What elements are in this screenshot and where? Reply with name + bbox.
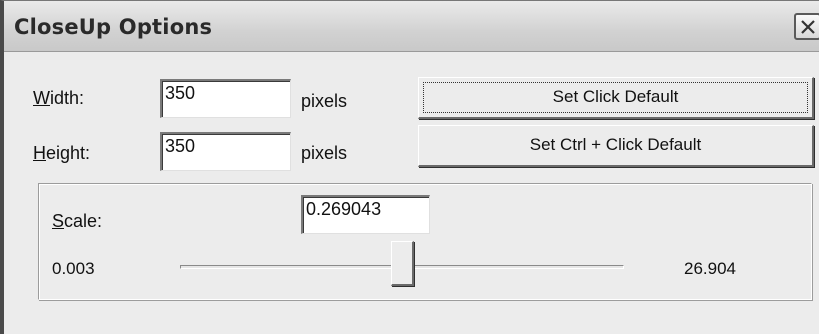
width-unit-label: pixels — [301, 91, 348, 111]
height-unit-label: pixels — [301, 143, 348, 163]
set-click-default-button[interactable]: Set Click Default — [418, 77, 814, 119]
title-bar[interactable]: CloseUp Options — [4, 1, 819, 52]
height-label: Height: — [33, 143, 91, 163]
close-icon — [801, 20, 815, 34]
window-title: CloseUp Options — [14, 15, 213, 39]
close-button[interactable] — [794, 13, 819, 40]
height-input[interactable]: 350 — [160, 132, 291, 171]
width-label: Width: — [33, 88, 85, 108]
scale-max-label: 26.904 — [684, 259, 736, 278]
scale-input[interactable]: 0.269043 — [301, 195, 430, 234]
scale-label: Scale: — [52, 211, 103, 231]
scale-min-label: 0.003 — [52, 259, 95, 278]
width-input[interactable]: 350 — [160, 79, 291, 118]
set-ctrl-click-default-button[interactable]: Set Ctrl + Click Default — [418, 125, 814, 167]
scale-slider-thumb[interactable] — [391, 241, 414, 286]
closeup-options-dialog: CloseUp Options Width: 350 pixels Height… — [0, 0, 819, 334]
